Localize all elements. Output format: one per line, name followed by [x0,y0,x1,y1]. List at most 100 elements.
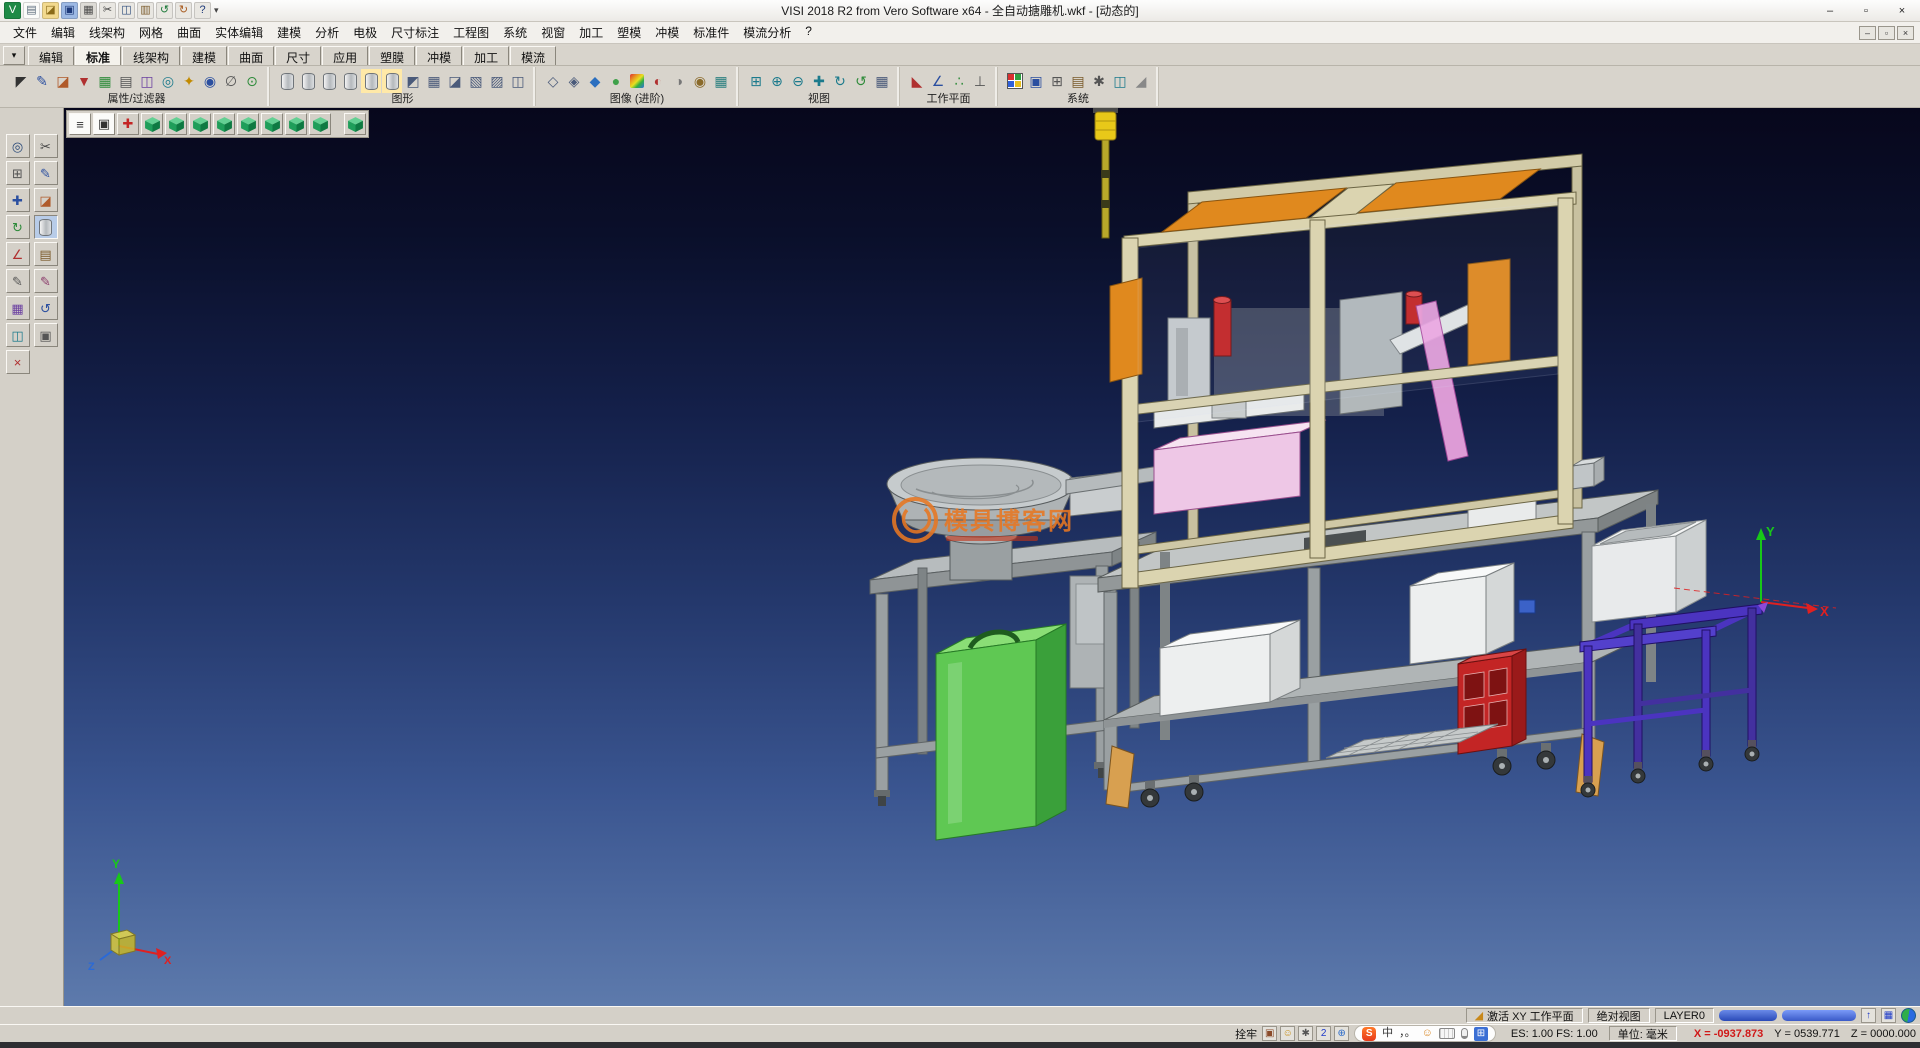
menu-item[interactable]: 冲模 [648,22,686,43]
database-icon[interactable]: ▤ [1068,69,1088,93]
menu-item[interactable]: 系统 [496,22,534,43]
display-settings-icon[interactable]: ▣ [1026,69,1046,93]
layer-filter-icon[interactable]: ▤ [116,69,136,93]
menu-item[interactable]: 编辑 [44,22,82,43]
workplane-3points-icon[interactable]: ∴ [949,69,969,93]
menu-item[interactable]: 分析 [308,22,346,43]
ghost-body-icon[interactable] [319,69,339,93]
snap-filter-icon[interactable]: ◎ [158,69,178,93]
zoom-previous-icon[interactable]: ⊖ [788,69,808,93]
view-cube-left-icon[interactable] [213,113,235,135]
rotate-view-icon[interactable]: ↻ [830,69,850,93]
wireframe-view-icon[interactable]: ◇ [543,69,563,93]
toolbar-tab[interactable]: 编辑 [28,46,74,65]
calculator-icon[interactable]: ⊞ [1047,69,1067,93]
menu-item[interactable]: ? [798,22,819,43]
lock-status-label[interactable]: 拴牢 [1235,1026,1257,1042]
zoom-select-icon[interactable]: ◎ [6,134,30,158]
snap-grid-icon[interactable]: ⊞ [6,161,30,185]
history-undo-icon[interactable]: ↺ [34,296,58,320]
solid-body-tool-icon[interactable] [34,215,58,239]
capture-icon[interactable]: ◫ [1110,69,1130,93]
notebook-icon[interactable]: ▤ [34,242,58,266]
active-layer-indicator[interactable]: LAYER0 [1655,1008,1714,1023]
hide-icon[interactable]: ∅ [221,69,241,93]
toolbar-tab[interactable]: 线架构 [122,46,180,65]
filter-funnel-icon[interactable]: ▼ [74,69,94,93]
ime-toolbox-icon[interactable]: ⊞ [1474,1027,1488,1041]
taskbar-edge-strip[interactable] [0,1042,1920,1048]
sketch-icon[interactable]: ✎ [6,269,30,293]
view-mode-indicator[interactable]: 绝对视图 [1588,1008,1650,1023]
titlebar[interactable]: V▤◪▣▦✂◫▥↺↻? ▾ VISI 2018 R2 from Vero Sof… [0,0,1920,22]
show-solids-icon[interactable] [361,69,381,93]
shaded-body-icon[interactable] [298,69,318,93]
workplane-align-icon[interactable]: ∠ [928,69,948,93]
grid-toggle-icon[interactable]: ▦ [1881,1008,1896,1023]
section-view-icon[interactable]: ◐ [648,69,668,93]
transparency-icon[interactable]: ◑ [669,69,689,93]
saved-views-icon[interactable]: ▦ [872,69,892,93]
minimize-button[interactable]: – [1812,0,1848,21]
new-file-icon[interactable]: ▤ [23,2,40,19]
menu-item[interactable]: 标准件 [686,22,736,43]
view-list-icon[interactable]: ≡ [69,113,91,135]
wireframe-body-icon[interactable] [277,69,297,93]
ime-logo-icon[interactable]: S [1362,1027,1376,1041]
measure-angle-icon[interactable]: ∠ [6,242,30,266]
toolbar-tab[interactable]: 加工 [463,46,509,65]
solid-box-icon[interactable]: ◩ [403,69,423,93]
toolbar-tab[interactable]: 建模 [181,46,227,65]
erase-tool-icon[interactable]: ◪ [34,188,58,212]
menu-item[interactable]: 塑模 [610,22,648,43]
snapshot-icon[interactable]: ◫ [508,69,528,93]
workplane-indicator[interactable]: ◢ 激活 XY 工作平面 [1466,1008,1583,1023]
clamp-icon[interactable]: ▣ [1262,1026,1277,1041]
viewport-canvas[interactable]: Y X Y X Z [64,108,1920,1006]
lock-icon[interactable]: ▣ [34,323,58,347]
online-status-icon[interactable] [1901,1008,1916,1023]
hide-solids-icon[interactable] [382,69,402,93]
texture-mode-icon[interactable]: ▨ [487,69,507,93]
rotate-icon[interactable]: ↻ [6,215,30,239]
delete-icon[interactable]: × [6,350,30,374]
highlight-filter-icon[interactable]: ✦ [179,69,199,93]
tab-dropdown-button[interactable]: ▾ [3,46,25,65]
menu-item[interactable]: 建模 [270,22,308,43]
settings-icon[interactable]: ✱ [1298,1026,1313,1041]
show-all-icon[interactable]: ⊙ [242,69,262,93]
smiley-status-icon[interactable]: ☺ [1280,1026,1295,1041]
axes-toggle-icon[interactable]: ✚ [117,113,139,135]
toolbar-tab[interactable]: 冲模 [416,46,462,65]
menu-item[interactable]: 加工 [572,22,610,43]
menu-item[interactable]: 文件 [6,22,44,43]
window-zoom-icon[interactable]: ▣ [93,113,115,135]
hidden-line-view-icon[interactable]: ◈ [564,69,584,93]
view-cube-dimetric-icon[interactable] [309,113,331,135]
move-icon[interactable]: ✚ [6,188,30,212]
menu-item[interactable]: 实体编辑 [208,22,270,43]
analysis-rainbow-icon[interactable] [627,69,647,93]
eraser-icon[interactable]: ◪ [53,69,73,93]
ime-toolbar[interactable]: S 中 ，。 ☺ ⊞ [1354,1025,1496,1042]
view-cube-dynamic-icon[interactable] [344,113,366,135]
paste-icon[interactable]: ▥ [137,2,154,19]
open-file-icon[interactable]: ◪ [42,2,59,19]
pan-icon[interactable]: ✚ [809,69,829,93]
shaded-view-icon[interactable]: ◆ [585,69,605,93]
save-icon[interactable]: ▣ [61,2,78,19]
background-color-icon[interactable]: ▦ [711,69,731,93]
menu-item[interactable]: 视窗 [534,22,572,43]
toolbar-tab[interactable]: 塑膜 [369,46,415,65]
workplane-xy-icon[interactable]: ◣ [907,69,927,93]
maximize-button[interactable]: ▫ [1848,0,1884,21]
pan-up-icon[interactable]: ↑ [1861,1008,1876,1023]
menu-item[interactable]: 网格 [132,22,170,43]
toolbar-tab[interactable]: 曲面 [228,46,274,65]
units-indicator[interactable]: 单位: 毫米 [1609,1026,1677,1041]
view-cube-right-icon[interactable] [237,113,259,135]
close-button[interactable]: × [1884,0,1920,21]
cut-icon[interactable]: ✂ [99,2,116,19]
render-mode-icon[interactable]: ▧ [466,69,486,93]
menu-item[interactable]: 电极 [346,22,384,43]
